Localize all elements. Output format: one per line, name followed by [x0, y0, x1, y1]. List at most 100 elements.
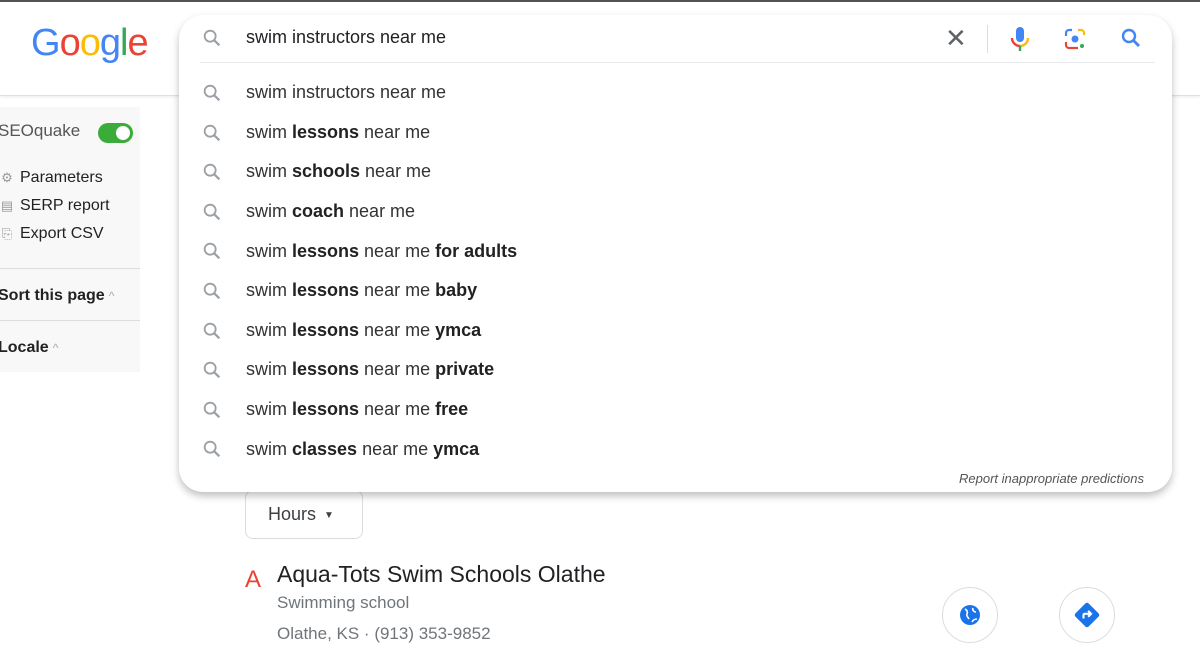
listing-address-phone: Olathe, KS · (913) 353-9852 — [277, 624, 491, 643]
suggestion-text: swim coach near me — [246, 201, 415, 222]
divider — [200, 62, 1155, 63]
suggestion-completion: free — [435, 399, 469, 420]
suggestion-completion: baby — [435, 280, 478, 301]
suggestion-text: swim lessons near me private — [246, 359, 494, 380]
suggestion-completion: lessons — [292, 359, 360, 380]
seoquake-parameters[interactable]: ⚙ Parameters — [0, 169, 103, 187]
gear-icon: ⚙ — [1, 170, 13, 185]
suggestion-completion: for adults — [435, 240, 518, 261]
google-logo[interactable]: Google — [31, 22, 149, 65]
report-icon: ▤ — [0, 198, 14, 213]
suggestion-item[interactable]: swim lessons near me ymca — [179, 311, 1172, 351]
search-input-row[interactable]: swim instructors near me ✕ — [179, 15, 1172, 63]
suggestion-text: swim lessons near me for adults — [246, 241, 517, 262]
suggestion-item[interactable]: swim instructors near me — [179, 73, 1172, 113]
suggestion-text: swim instructors near me — [246, 82, 446, 103]
suggestion-list: swim instructors near me swim lessons nea… — [179, 73, 1172, 469]
suggestion-text: swim lessons near me — [246, 122, 430, 143]
search-icon — [203, 124, 221, 141]
item-label: Parameters — [20, 169, 103, 186]
suggestion-segment: near me — [359, 240, 436, 261]
suggestion-segment: near me — [359, 359, 436, 380]
suggestion-item[interactable]: swim coach near me — [179, 192, 1172, 232]
suggestion-completion: lessons — [292, 121, 360, 142]
suggestion-completion: lessons — [292, 319, 360, 340]
suggestion-segment: swim — [246, 240, 292, 261]
suggestion-item[interactable]: swim lessons near me free — [179, 390, 1172, 430]
suggestion-text: swim lessons near me ymca — [246, 320, 481, 341]
seoquake-export-csv[interactable]: ⎘ Export CSV — [0, 225, 104, 243]
seoquake-toggle[interactable] — [98, 123, 133, 143]
divider — [0, 268, 140, 269]
suggestion-item[interactable]: swim lessons near me private — [179, 350, 1172, 390]
suggestion-segment: swim — [246, 201, 292, 222]
clear-icon[interactable]: ✕ — [945, 25, 967, 51]
search-icon — [203, 84, 221, 102]
seoquake-title: SEOquake — [0, 121, 81, 140]
caret-down-icon: ▼ — [324, 509, 334, 521]
suggestion-segment: swim — [246, 161, 292, 182]
search-icon — [203, 29, 221, 47]
search-icon — [203, 401, 221, 418]
suggestion-text: swim lessons near me baby — [246, 280, 477, 301]
suggestion-item[interactable]: swim lessons near me baby — [179, 271, 1172, 311]
hours-label: Hours — [268, 504, 317, 524]
suggestion-completion: ymca — [433, 438, 480, 459]
divider — [987, 25, 988, 53]
suggestion-segment: swim — [246, 121, 292, 142]
suggestion-text: swim classes near me ymca — [246, 439, 479, 460]
item-label: SERP report — [20, 197, 110, 214]
item-label: Export CSV — [20, 225, 104, 242]
suggestion-segment: swim instructors near me — [246, 82, 447, 103]
suggestion-item[interactable]: swim classes near me ymca — [179, 429, 1172, 469]
suggestion-completion: lessons — [292, 280, 360, 301]
export-icon: ⎘ — [1, 226, 13, 241]
suggestion-completion: coach — [292, 201, 345, 222]
search-icon — [203, 322, 221, 339]
suggestion-segment: swim — [246, 280, 292, 301]
sort-label: Sort this page — [0, 287, 105, 304]
suggestion-text: swim lessons near me free — [246, 399, 468, 420]
search-icon — [203, 361, 221, 379]
suggestion-segment: near me — [359, 399, 436, 420]
suggestion-completion: lessons — [292, 399, 360, 420]
directions-icon — [1074, 602, 1100, 628]
sort-this-page[interactable]: Sort this page ^ — [0, 287, 114, 305]
map-marker-label: A — [245, 566, 262, 593]
search-submit-icon[interactable] — [1119, 26, 1143, 50]
suggestion-segment: swim — [246, 399, 292, 420]
locale[interactable]: Locale ^ — [0, 339, 58, 357]
website-button[interactable] — [942, 587, 998, 643]
suggestion-segment: near me — [344, 201, 416, 222]
suggestion-segment: near me — [359, 319, 436, 340]
suggestion-segment: swim — [246, 438, 292, 459]
search-icon — [203, 163, 221, 181]
suggestion-segment: swim — [246, 319, 292, 340]
suggestion-segment: swim — [246, 359, 292, 380]
seoquake-serp-report[interactable]: ▤ SERP report — [0, 197, 110, 215]
search-icon — [203, 203, 221, 220]
microphone-icon[interactable] — [1008, 25, 1032, 53]
globe-icon — [960, 605, 980, 625]
suggestion-item[interactable]: swim lessons near me for adults — [179, 231, 1172, 271]
hours-filter-button[interactable]: Hours ▼ — [245, 490, 363, 539]
locale-label: Locale — [0, 339, 49, 356]
suggestion-completion: classes — [292, 438, 358, 459]
suggestion-segment: near me — [357, 438, 434, 459]
google-lens-icon[interactable] — [1063, 27, 1087, 51]
report-predictions-link[interactable]: Report inappropriate predictions — [959, 471, 1144, 486]
suggestion-item[interactable]: swim schools near me — [179, 152, 1172, 192]
search-input[interactable]: swim instructors near me — [246, 27, 446, 48]
directions-button[interactable] — [1059, 587, 1115, 643]
suggestion-completion: ymca — [435, 319, 482, 340]
suggestion-segment: near me — [359, 280, 436, 301]
suggestion-completion: private — [435, 359, 495, 380]
search-icon — [203, 441, 221, 458]
listing-title[interactable]: Aqua-Tots Swim Schools Olathe — [277, 561, 606, 588]
suggestion-segment: near me — [360, 161, 432, 182]
suggestion-item[interactable]: swim lessons near me — [179, 113, 1172, 153]
search-icon — [203, 282, 221, 300]
suggestion-completion: schools — [292, 161, 361, 182]
divider — [0, 320, 140, 321]
chevron-up-icon: ^ — [52, 341, 59, 355]
